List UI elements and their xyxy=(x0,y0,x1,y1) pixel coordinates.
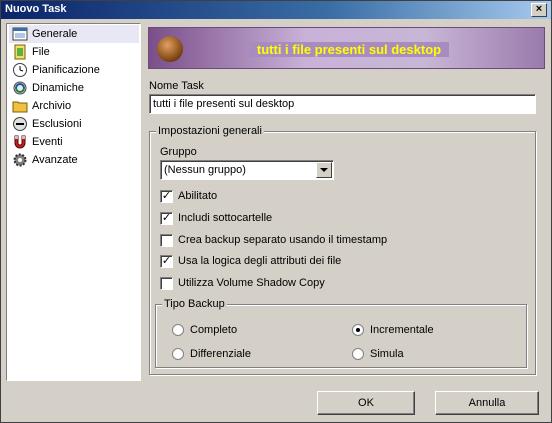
sidebar-item-esclusioni[interactable]: Esclusioni xyxy=(9,115,139,133)
sidebar-item-label: Eventi xyxy=(32,136,63,148)
checkbox-logica-attributi[interactable]: ✓ xyxy=(160,254,173,268)
group-label: Gruppo xyxy=(160,146,197,158)
option-backup-timestamp[interactable]: Crea backup separato usando il timestamp xyxy=(160,233,387,247)
sidebar: Generale File Pianificazione Dinamiche A… xyxy=(6,23,141,381)
planet-icon xyxy=(157,36,183,62)
option-includi-sottocartelle[interactable]: ✓ Includi sottocartelle xyxy=(160,211,272,225)
magnet-icon xyxy=(12,134,28,150)
radio-simula[interactable]: Simula xyxy=(352,347,404,361)
sidebar-item-label: Generale xyxy=(32,28,78,40)
task-name-label: Nome Task xyxy=(149,80,204,92)
sidebar-item-label: File xyxy=(32,46,50,58)
sidebar-item-label: Archivio xyxy=(32,100,72,112)
title-bar[interactable]: Nuovo Task × xyxy=(1,1,551,19)
general-settings-group: Impostazioni generali Gruppo (Nessun gru… xyxy=(149,125,536,375)
radio-button[interactable] xyxy=(172,348,184,360)
sidebar-item-file[interactable]: File xyxy=(9,43,139,61)
sidebar-item-dinamiche[interactable]: Dinamiche xyxy=(9,79,139,97)
sidebar-item-label: Esclusioni xyxy=(32,118,82,130)
option-label: Usa la logica degli attributi dei file xyxy=(178,255,342,267)
option-label: Crea backup separato usando il timestamp xyxy=(178,234,388,246)
radio-label: Differenziale xyxy=(190,348,251,360)
radio-button[interactable] xyxy=(352,324,364,336)
radio-label: Incrementale xyxy=(370,324,434,336)
radio-incrementale[interactable]: Incrementale xyxy=(352,323,434,337)
option-volume-shadow-copy[interactable]: Utilizza Volume Shadow Copy xyxy=(160,276,325,290)
cancel-button[interactable]: Annulla xyxy=(435,391,539,415)
gear-icon xyxy=(12,152,28,168)
file-icon xyxy=(12,44,28,60)
checkbox-includi-sottocartelle[interactable]: ✓ xyxy=(160,211,173,225)
backup-type-title: Tipo Backup xyxy=(162,298,227,310)
chevron-down-icon[interactable] xyxy=(316,162,332,178)
sidebar-item-eventi[interactable]: Eventi xyxy=(9,133,139,151)
checkbox-backup-timestamp[interactable] xyxy=(160,233,173,247)
sidebar-item-generale[interactable]: Generale xyxy=(9,25,139,43)
sidebar-item-archivio[interactable]: Archivio xyxy=(9,97,139,115)
checkbox-volume-shadow-copy[interactable] xyxy=(160,276,173,290)
sidebar-item-label: Pianificazione xyxy=(32,64,100,76)
ok-button[interactable]: OK xyxy=(317,391,415,415)
radio-label: Completo xyxy=(190,324,238,336)
task-banner: tutti i file presenti sul desktop xyxy=(148,27,545,69)
option-label: Abilitato xyxy=(178,190,218,202)
banner-title: tutti i file presenti sul desktop xyxy=(249,42,449,57)
radio-completo[interactable]: Completo xyxy=(172,323,237,337)
window-icon xyxy=(12,26,28,42)
window-title: Nuovo Task xyxy=(5,3,67,15)
radio-button[interactable] xyxy=(172,324,184,336)
dialog-footer: OK Annulla xyxy=(1,383,551,423)
option-abilitato[interactable]: ✓ Abilitato xyxy=(160,189,217,203)
sidebar-item-label: Dinamiche xyxy=(32,82,84,94)
task-name-input[interactable]: tutti i file presenti sul desktop xyxy=(149,94,536,114)
sidebar-item-avanzate[interactable]: Avanzate xyxy=(9,151,139,169)
general-settings-title: Impostazioni generali xyxy=(156,125,264,137)
close-button[interactable]: × xyxy=(531,3,547,17)
sidebar-item-label: Avanzate xyxy=(32,154,78,166)
radio-differenziale[interactable]: Differenziale xyxy=(172,347,251,361)
folder-icon xyxy=(12,98,28,114)
radio-label: Simula xyxy=(370,348,404,360)
content-panel: tutti i file presenti sul desktop Nome T… xyxy=(143,23,549,381)
sidebar-item-pianificazione[interactable]: Pianificazione xyxy=(9,61,139,79)
checkbox-abilitato[interactable]: ✓ xyxy=(160,189,173,203)
group-select[interactable]: (Nessun gruppo) xyxy=(160,160,334,180)
minus-icon xyxy=(12,116,28,132)
option-label: Includi sottocartelle xyxy=(178,212,273,224)
clock-icon xyxy=(12,62,28,78)
option-logica-attributi[interactable]: ✓ Usa la logica degli attributi dei file xyxy=(160,254,341,268)
dialog-window: Nuovo Task × Generale File Pianificazion… xyxy=(0,0,552,423)
option-label: Utilizza Volume Shadow Copy xyxy=(178,277,325,289)
radio-button[interactable] xyxy=(352,348,364,360)
cycle-icon xyxy=(12,80,28,96)
group-select-value: (Nessun gruppo) xyxy=(164,164,246,176)
backup-type-group: Tipo Backup Completo Incrementale Differ… xyxy=(155,298,527,368)
